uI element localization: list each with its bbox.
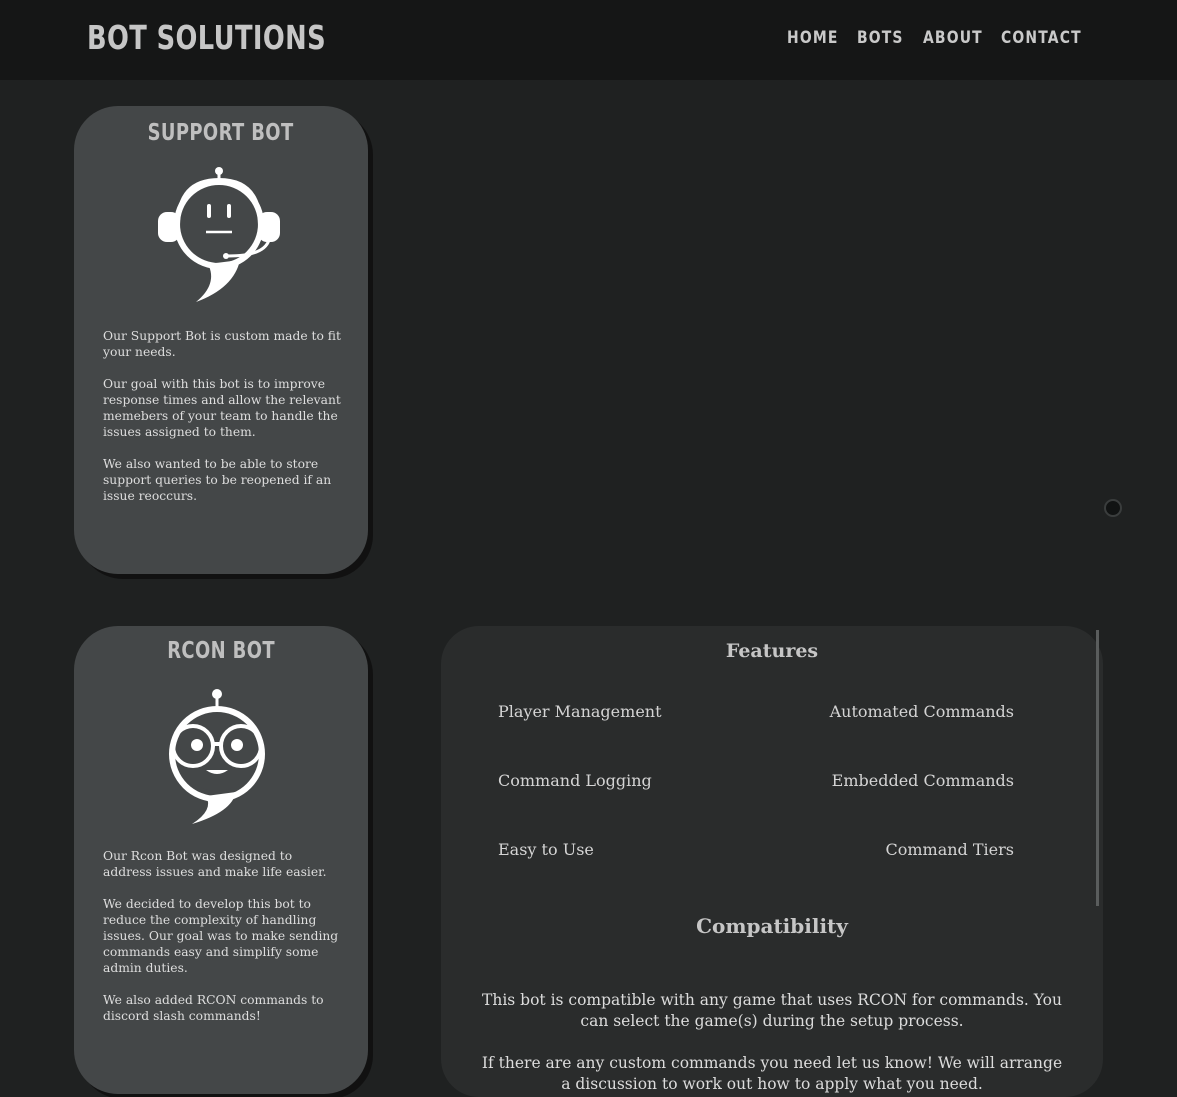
support-bot-title: SUPPORT BOT	[148, 120, 294, 146]
rcon-bot-paragraph: We also added RCON commands to discord s…	[103, 993, 324, 1023]
feature-item: Automated Commands	[829, 702, 1014, 721]
support-bot-headset-icon	[158, 167, 280, 302]
brand-logo[interactable]: BOT SOLUTIONS	[87, 18, 326, 57]
top-navbar: BOT SOLUTIONS HOME BOTS ABOUT CONTACT	[0, 0, 1177, 80]
rcon-bot-glasses-icon	[169, 689, 265, 824]
carousel-dot-button[interactable]	[1104, 499, 1122, 517]
feature-item: Command Logging	[498, 771, 652, 790]
feature-item: Command Tiers	[885, 840, 1014, 859]
feature-item: Embedded Commands	[831, 771, 1014, 790]
support-bot-description: Our Support Bot is custom made to fit yo…	[103, 328, 341, 520]
support-bot-paragraph: We also wanted to be able to store suppo…	[103, 457, 332, 503]
compatibility-description: This bot is compatible with any game tha…	[481, 990, 1063, 1097]
nav-bots-link[interactable]: BOTS	[857, 28, 904, 48]
rcon-bot-description: Our Rcon Bot was designed to address iss…	[103, 848, 341, 1040]
rcon-features-panel[interactable]: Features Player Management Automated Com…	[441, 626, 1103, 1097]
compatibility-paragraph: If there are any custom commands you nee…	[481, 1054, 1063, 1093]
rcon-bot-card: RCON BOT Our Rcon Bot was designed to ad…	[74, 626, 368, 1094]
nav-about-link[interactable]: ABOUT	[923, 28, 983, 48]
rcon-bot-paragraph: We decided to develop this bot to reduce…	[103, 897, 339, 975]
features-heading: Features	[725, 640, 819, 662]
rcon-bot-title: RCON BOT	[167, 638, 275, 664]
feature-item: Player Management	[498, 702, 662, 721]
support-bot-paragraph: Our goal with this bot is to improve res…	[103, 377, 341, 439]
rcon-bot-paragraph: Our Rcon Bot was designed to address iss…	[103, 849, 327, 879]
support-bot-card: SUPPORT BOT Our Support Bot is custom ma…	[74, 106, 368, 574]
features-scrollbar[interactable]	[1096, 630, 1099, 906]
support-bot-paragraph: Our Support Bot is custom made to fit yo…	[103, 329, 341, 359]
nav-contact-link[interactable]: CONTACT	[1001, 28, 1082, 48]
compatibility-paragraph: This bot is compatible with any game tha…	[482, 991, 1062, 1030]
feature-item: Easy to Use	[498, 840, 594, 859]
compatibility-heading: Compatibility	[696, 914, 848, 938]
nav-home-link[interactable]: HOME	[787, 28, 839, 48]
